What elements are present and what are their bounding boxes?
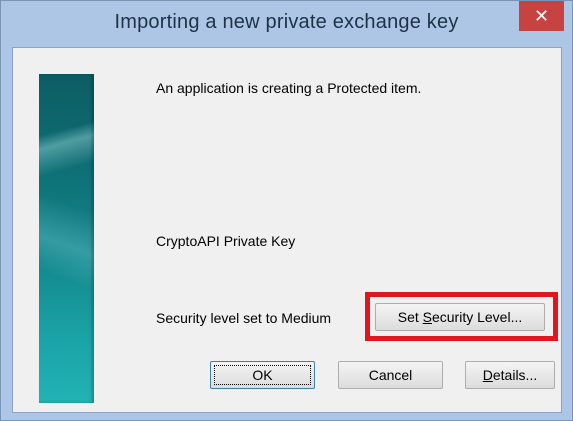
message-text: An application is creating a Protected i…	[156, 80, 422, 96]
dialog-window: Importing a new private exchange key ✕ A…	[0, 0, 573, 421]
title-bar[interactable]: Importing a new private exchange key ✕	[1, 1, 572, 47]
focus-rectangle	[214, 365, 311, 385]
set-security-level-label-pre: Set	[397, 309, 423, 325]
side-banner-image	[39, 74, 94, 403]
window-title: Importing a new private exchange key	[114, 11, 459, 33]
details-accel: D	[482, 367, 493, 383]
set-security-level-label-post: ecurity Level...	[431, 309, 523, 325]
details-label-post: etails...	[492, 367, 538, 383]
cancel-button[interactable]: Cancel	[338, 361, 443, 389]
dialog-body: An application is creating a Protected i…	[12, 47, 562, 413]
set-security-level-button[interactable]: Set Security Level...	[375, 303, 545, 331]
ok-button[interactable]: OK	[210, 361, 315, 389]
close-button[interactable]: ✕	[519, 1, 564, 31]
set-security-level-accel: S	[422, 309, 432, 325]
key-name-text: CryptoAPI Private Key	[156, 233, 296, 249]
security-level-text: Security level set to Medium	[156, 310, 332, 326]
cancel-label: Cancel	[368, 367, 413, 383]
details-button[interactable]: Details...	[465, 361, 555, 389]
close-icon: ✕	[533, 5, 550, 26]
